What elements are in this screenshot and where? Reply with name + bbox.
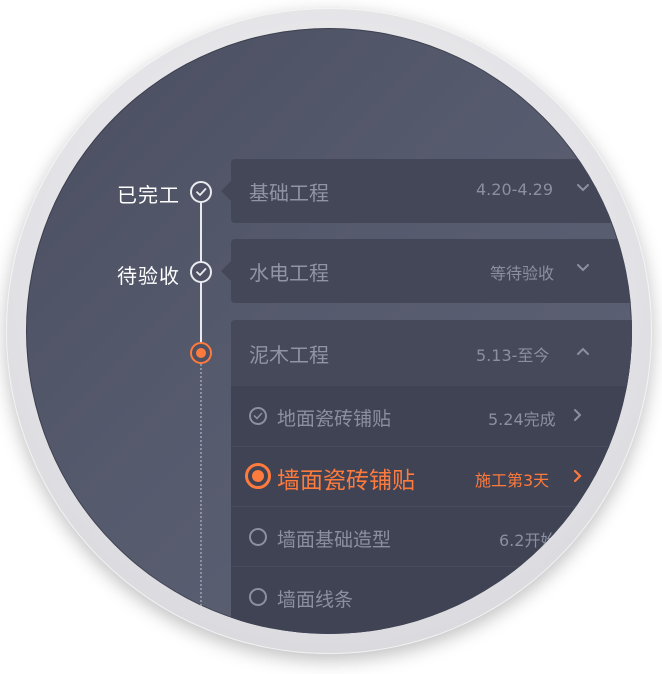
check-circle-icon	[249, 407, 267, 425]
magnifier-lens: 已完工 基础工程 4.20-4.29 待验收 水电工程 等待验收 泥木工程 5.…	[26, 28, 632, 634]
stage-card-foundation[interactable]: 基础工程 4.20-4.29	[221, 159, 632, 223]
chevron-down-icon	[577, 184, 589, 192]
empty-circle-icon	[249, 528, 267, 546]
check-circle-icon	[190, 261, 212, 283]
stage-card-title: 水电工程	[249, 261, 329, 285]
stage-card-date: 4.20-4.29	[476, 180, 554, 199]
stage-card-status: 等待验收	[490, 264, 555, 283]
card-pointer	[221, 261, 231, 281]
chevron-down-icon	[577, 264, 589, 272]
subtask-status: 6.2开始	[499, 531, 557, 550]
chevron-right-icon	[574, 409, 582, 421]
timeline-line-upcoming	[200, 364, 202, 634]
stage-card-title: 基础工程	[249, 181, 329, 205]
chevron-up-icon	[577, 347, 589, 355]
subtask-row[interactable]: 墙面基础造型 6.2开始	[231, 506, 632, 567]
stage-card-header[interactable]: 泥木工程 5.13-至今	[231, 320, 632, 386]
stage-status-label: 已完工	[117, 183, 180, 207]
stage-card-plumbing[interactable]: 水电工程 等待验收	[221, 239, 632, 303]
subtask-row[interactable]: 地面瓷砖铺贴 5.24完成	[231, 386, 632, 446]
subtask-label: 墙面基础造型	[277, 529, 392, 551]
subtask-label: 墙面线条	[277, 589, 354, 611]
stage-card-date: 5.13-至今	[476, 346, 550, 365]
subtask-label: 地面瓷砖铺贴	[277, 408, 392, 430]
subtask-label: 墙面瓷砖铺贴	[277, 468, 415, 494]
subtask-status: 5.24完成	[488, 410, 556, 429]
subtask-row-current[interactable]: 墙面瓷砖铺贴 施工第3天	[231, 446, 632, 507]
stage-status-label: 待验收	[117, 264, 180, 288]
card-pointer	[221, 181, 231, 201]
chevron-right-icon	[573, 469, 582, 483]
empty-circle-icon	[249, 588, 267, 606]
subtask-status: 施工第3天	[475, 471, 550, 490]
stage-card-masonry-expanded: 泥木工程 5.13-至今 地面瓷砖铺贴 5.24完成 墙面瓷砖铺贴 施工第3天 …	[231, 320, 632, 634]
active-dot-icon	[190, 342, 212, 364]
active-dot-icon	[245, 463, 271, 489]
stage-card-title: 泥木工程	[249, 343, 329, 367]
check-circle-icon	[190, 181, 212, 203]
subtask-row[interactable]: 墙面线条	[231, 566, 632, 627]
